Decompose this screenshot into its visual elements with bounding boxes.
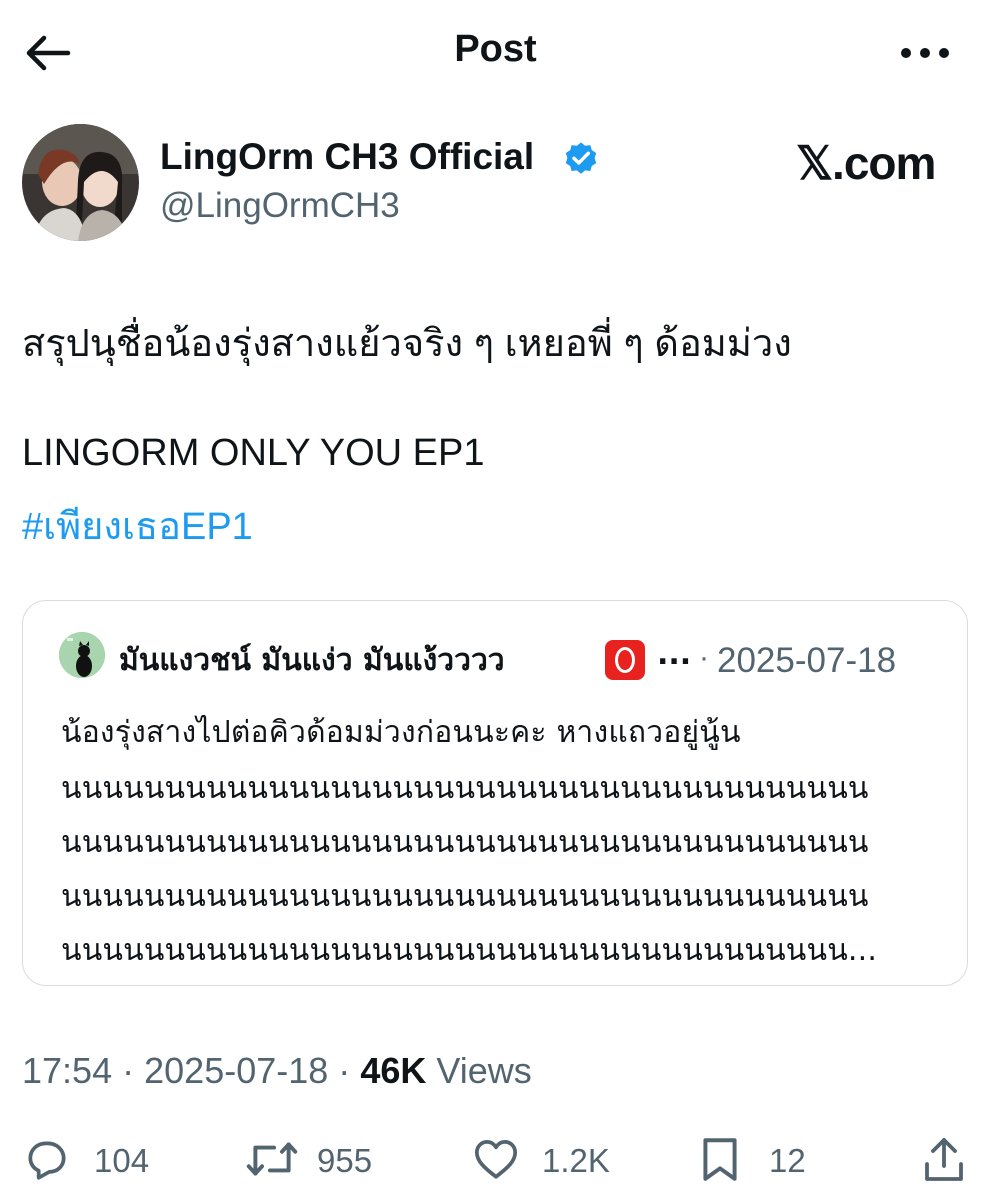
quote-text-line: นนนนนนนนนนนนนนนนนนนนนนนนนนนนนนนนนนนนนนน (61, 879, 869, 914)
tweet-text-line: LINGORM ONLY YOU EP1 (22, 432, 485, 474)
views-label: Views (436, 1050, 532, 1091)
bookmark-icon (703, 1138, 737, 1181)
tweet-text-line: สรุปนุชื่อน้องรุ่งสางแย้วจริง ๆ เหยอพี่ … (22, 323, 792, 365)
post-meta: 17:54 · 2025-07-18 · 46K Views (22, 1050, 532, 1092)
page-title: Post (454, 28, 537, 70)
repost-count: 955 (317, 1142, 373, 1179)
share-button[interactable] (920, 1134, 970, 1184)
post-date: 2025-07-18 (144, 1050, 329, 1091)
x-watermark: 𝕏.com (796, 137, 936, 189)
quote-text-line: นนนนนนนนนนนนนนนนนนนนนนนนนนนนนนนนนนนนนนน (61, 771, 869, 806)
reply-count: 104 (94, 1142, 150, 1179)
avatar[interactable] (22, 124, 139, 241)
quote-author-name: มันแงวชน์ มันแง่ว มันแง้วววว (119, 643, 505, 678)
like-icon (474, 1140, 518, 1179)
quote-date: 2025-07-18 (717, 641, 897, 680)
author-display-name[interactable]: LingOrm CH3 Official (160, 136, 534, 178)
views-count: 46K (360, 1050, 427, 1091)
repost-button[interactable]: 955 (245, 1134, 395, 1184)
hashtag-link[interactable]: #เพียงเธอEP1 (22, 495, 253, 556)
post-time: 17:54 (22, 1050, 113, 1091)
action-bar: 104 955 1.2K 12 (0, 1120, 991, 1200)
like-button[interactable]: 1.2K (470, 1134, 620, 1184)
meta-separator: · (338, 1050, 351, 1091)
quote-text-line: นนนนนนนนนนนนนนนนนนนนนนนนนนนนนนนนนนนนนน..… (61, 933, 878, 968)
verified-badge-icon (565, 142, 597, 174)
quote-text-line: นนนนนนนนนนนนนนนนนนนนนนนนนนนนนนนนนนนนนนน (61, 825, 869, 860)
quote-avatar (59, 632, 105, 678)
quote-separator: · (699, 641, 709, 674)
reply-icon (28, 1141, 66, 1180)
author-handle[interactable]: @LingOrmCH3 (160, 186, 400, 226)
quote-name-ellipsis: ... (657, 637, 692, 672)
share-icon (925, 1138, 963, 1181)
red-circle-badge-icon (605, 640, 645, 680)
repost-icon (246, 1142, 298, 1176)
quoted-post-card[interactable]: มันแงวชน์ มันแง่ว มันแง้วววว ... · 2025-… (22, 600, 968, 986)
reply-button[interactable]: 104 (22, 1134, 162, 1184)
quote-text-line: น้องรุ่งสางไปต่อคิวด้อมม่วงก่อนนะคะ หางแ… (61, 715, 741, 750)
more-horizontal-icon (901, 48, 949, 58)
top-bar: Post (0, 0, 991, 105)
bookmark-button[interactable]: 12 (697, 1134, 817, 1184)
meta-separator: · (122, 1050, 135, 1091)
more-button[interactable] (898, 38, 952, 68)
bookmark-count: 12 (769, 1142, 806, 1179)
like-count: 1.2K (542, 1142, 610, 1179)
